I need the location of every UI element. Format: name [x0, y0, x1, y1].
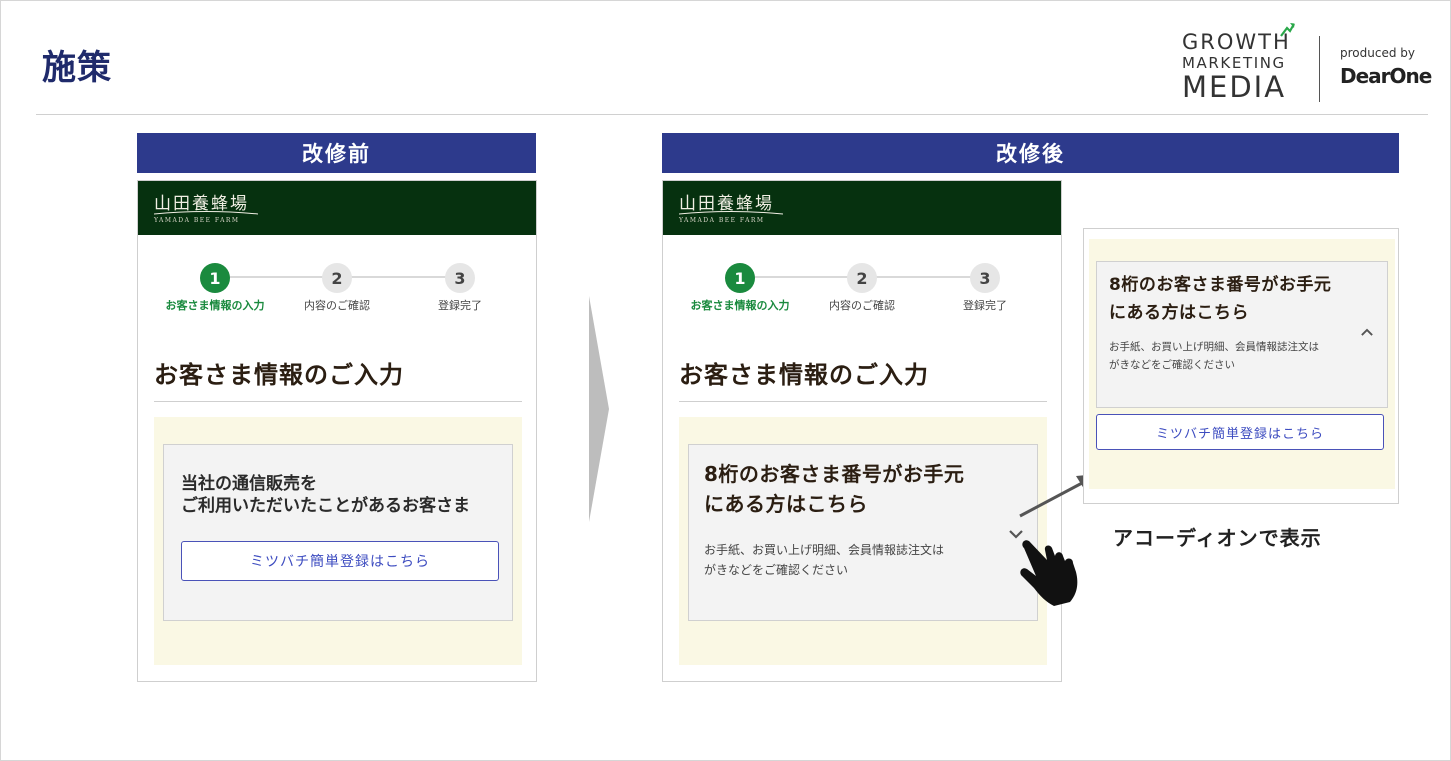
existing-customer-line-2: ご利用いただいたことがあるお客さま — [181, 496, 470, 516]
chevron-up-icon[interactable] — [1361, 328, 1373, 337]
step-1-circle: 1 — [200, 263, 230, 293]
bee-easy-register-button[interactable]: ミツバチ簡単登録はこちら — [181, 541, 499, 581]
dearone-logo: DearOne — [1340, 64, 1432, 88]
after-header: 改修後 — [662, 133, 1399, 173]
transition-arrow-icon — [589, 296, 609, 522]
customer-number-accordion-expanded[interactable]: 8桁のお客さま番号がお手元 にある方はこちら お手紙、お買い上げ明細、会員情報誌… — [1096, 261, 1388, 408]
step-2-label: 内容のご確認 — [829, 299, 895, 312]
step-2-circle: 2 — [847, 263, 877, 293]
existing-customer-text: 当社の通信販売を ご利用いただいたことがあるお客さま — [181, 473, 470, 517]
accordion-title-line-2: にある方はこちら — [1109, 303, 1249, 323]
logo-divider — [1319, 36, 1320, 102]
produced-by-label: produced by — [1340, 46, 1415, 60]
sprout-arrow-icon — [1280, 23, 1295, 37]
step-1-label: お客さま情報の入力 — [165, 299, 265, 312]
slide-title: 施策 — [42, 48, 112, 88]
accordion-title: 8桁のお客さま番号がお手元 にある方はこちら — [1109, 271, 1331, 327]
accordion-description: お手紙、お買い上げ明細、会員情報誌注文は がきなどをご確認ください — [704, 540, 944, 580]
member-section: 8桁のお客さま番号がお手元 にある方はこちら お手紙、お買い上げ明細、会員情報誌… — [679, 417, 1047, 665]
before-header: 改修前 — [137, 133, 536, 173]
shop-logo-swoosh — [679, 211, 783, 215]
after-screen: 山田養蜂場 YAMADA BEE FARM 1 2 3 お客さま情報の入力 内容… — [662, 180, 1062, 682]
member-section: 当社の通信販売を ご利用いただいたことがあるお客さま ミツバチ簡単登録はこちら — [154, 417, 522, 665]
step-3-circle: 3 — [970, 263, 1000, 293]
page-heading: お客さま情報のご入力 — [154, 361, 404, 389]
accordion-desc-line-1: お手紙、お買い上げ明細、会員情報誌注文は — [704, 543, 945, 557]
accordion-description: お手紙、お買い上げ明細、会員情報誌注文は がきなどをご確認ください — [1109, 338, 1319, 374]
expanded-accordion-preview: 8桁のお客さま番号がお手元 にある方はこちら お手紙、お買い上げ明細、会員情報誌… — [1083, 228, 1399, 504]
member-section: 8桁のお客さま番号がお手元 にある方はこちら お手紙、お買い上げ明細、会員情報誌… — [1089, 239, 1395, 489]
existing-customer-line-1: 当社の通信販売を — [181, 474, 317, 494]
heading-divider — [154, 401, 522, 402]
step-2-circle: 2 — [322, 263, 352, 293]
accordion-desc-line-1: お手紙、お買い上げ明細、会員情報誌注文は — [1109, 341, 1319, 353]
logo-line-1: GROWTH — [1182, 30, 1291, 54]
accordion-title-line-1: 8桁のお客さま番号がお手元 — [1109, 275, 1332, 295]
accordion-desc-line-2: がきなどをご確認ください — [704, 563, 849, 577]
accordion-desc-line-2: がきなどをご確認ください — [1109, 359, 1235, 371]
shop-logo-swoosh — [154, 211, 258, 215]
heading-divider — [679, 401, 1047, 402]
title-divider — [36, 114, 1428, 115]
accordion-title: 8桁のお客さま番号がお手元 にある方はこちら — [704, 459, 964, 519]
page-heading: お客さま情報のご入力 — [679, 361, 929, 389]
step-3-circle: 3 — [445, 263, 475, 293]
accordion-title-line-2: にある方はこちら — [704, 492, 868, 516]
shop-header-bar: 山田養蜂場 YAMADA BEE FARM — [663, 181, 1061, 235]
before-screen: 山田養蜂場 YAMADA BEE FARM 1 2 3 お客さま情報の入力 内容… — [137, 180, 537, 682]
shop-logo-sub: YAMADA BEE FARM — [679, 217, 765, 224]
accordion-title-line-1: 8桁のお客さま番号がお手元 — [704, 462, 965, 486]
step-2-label: 内容のご確認 — [304, 299, 370, 312]
accordion-caption: アコーディオンで表示 — [1113, 526, 1322, 550]
existing-customer-box: 当社の通信販売を ご利用いただいたことがあるお客さま ミツバチ簡単登録はこちら — [163, 444, 513, 621]
growth-marketing-media-logo: GROWTH MARKETING MEDIA — [1182, 23, 1295, 104]
bee-easy-register-button[interactable]: ミツバチ簡単登録はこちら — [1096, 414, 1384, 450]
customer-number-accordion[interactable]: 8桁のお客さま番号がお手元 にある方はこちら お手紙、お買い上げ明細、会員情報誌… — [688, 444, 1038, 621]
step-3-label: 登録完了 — [963, 299, 1007, 312]
pointing-hand-icon — [1020, 540, 1078, 606]
logo-line-3: MEDIA — [1182, 70, 1287, 104]
shop-logo-sub: YAMADA BEE FARM — [154, 217, 240, 224]
step-3-label: 登録完了 — [438, 299, 482, 312]
step-1-circle: 1 — [725, 263, 755, 293]
step-1-label: お客さま情報の入力 — [690, 299, 790, 312]
shop-header-bar: 山田養蜂場 YAMADA BEE FARM — [138, 181, 536, 235]
